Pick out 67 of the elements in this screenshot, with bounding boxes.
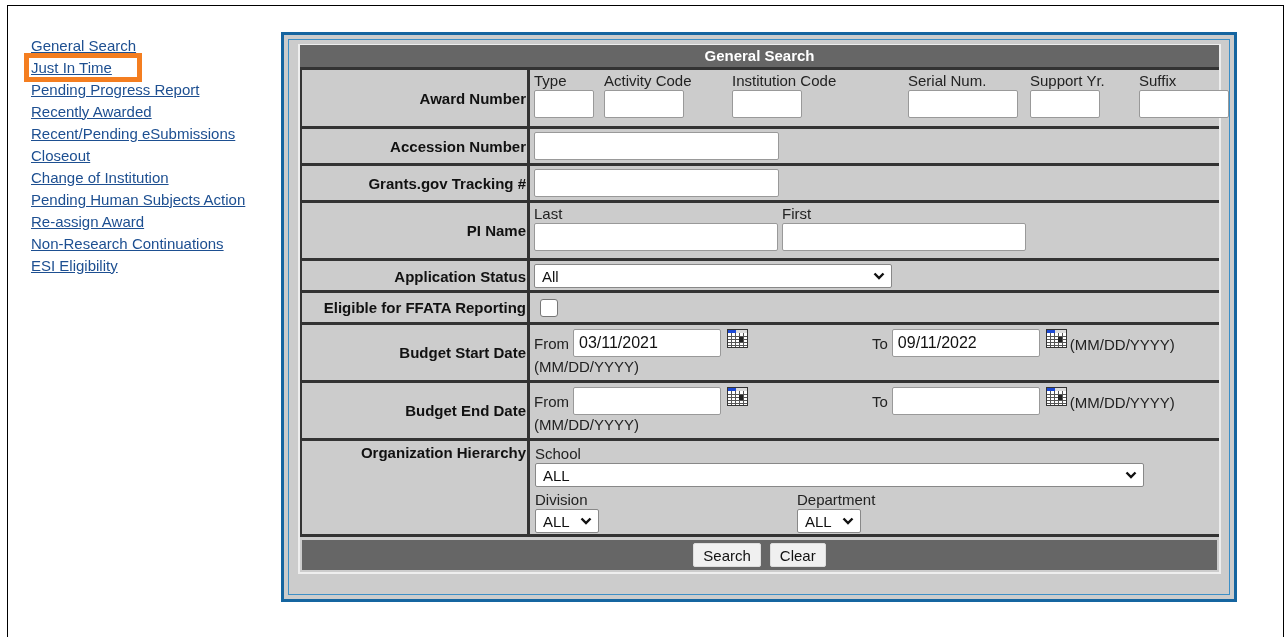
field-label: To [872,334,888,352]
format-hint: (MM/DD/YYYY) [1069,393,1175,411]
dropdown[interactable]: ALL [797,509,861,533]
input-field[interactable] [908,90,1018,118]
calendar-icon[interactable] [727,329,748,348]
input-field[interactable] [534,132,779,160]
dropdown[interactable]: ALL [535,463,1144,487]
field-label: From [534,334,569,352]
sidebar-link[interactable]: Pending Human Subjects Action [26,190,246,208]
field-label: First [782,205,813,222]
field-label: Last [534,205,564,222]
input-field[interactable] [534,223,778,251]
field-label: From [534,392,569,410]
format-hint: (MM/DD/YYYY) [1069,335,1175,353]
sidebar-link[interactable]: Re-assign Award [26,212,145,230]
field-label: Department [797,491,876,508]
calendar-icon[interactable] [1045,329,1067,348]
input-field[interactable]: 09/11/2022 [891,329,1040,357]
field-label: Type [534,72,568,89]
input-field[interactable]: 03/11/2021 [573,329,721,357]
dropdown[interactable]: All [534,264,892,288]
field-label: Budget End Date [300,383,530,438]
sidebar-link[interactable]: ESI Eligibility [26,256,118,274]
field-label: Grants.gov Tracking # [300,166,530,200]
format-hint: (MM/DD/YYYY) [534,416,640,433]
field-label: Application Status [300,261,530,291]
input-field[interactable] [891,387,1040,415]
input-field[interactable] [1139,90,1229,118]
input-field[interactable] [573,387,721,415]
field-label: Institution Code [732,72,838,89]
field-label: Serial Num. [908,72,988,89]
input-field[interactable] [534,169,779,197]
sidebar-link[interactable]: Change of Institution [26,168,169,186]
field-label: Budget Start Date [300,325,530,380]
format-hint: (MM/DD/YYYY) [534,358,640,375]
sidebar-link[interactable]: Recent/Pending eSubmissions [26,124,236,142]
field-label: To [872,392,888,410]
field-label: Support Yr. [1030,72,1106,89]
field-label: Accession Number [300,129,530,163]
sidebar-link[interactable]: Closeout [26,146,91,164]
form-button[interactable]: Clear [769,543,826,567]
field-label: Activity Code [604,72,693,89]
calendar-icon[interactable] [1045,387,1067,406]
dropdown[interactable]: ALL [535,509,599,533]
input-field[interactable] [782,223,1026,251]
sidebar-link[interactable]: Non-Research Continuations [26,234,224,252]
chevron-icon [580,517,592,525]
sidebar-link[interactable]: Recently Awarded [26,102,152,120]
input-field[interactable] [1030,90,1100,118]
input-field[interactable] [732,90,802,118]
form-button[interactable]: Search [693,543,761,567]
chevron-icon [1125,471,1137,479]
sidebar-link[interactable]: Pending Progress Report [26,80,200,98]
field-label: Eligible for FFATA Reporting [300,293,530,322]
field-label: Award Number [300,70,530,126]
sidebar-link[interactable]: General Search [26,36,137,54]
form-title: General Search [300,45,1219,70]
chevron-icon [842,517,854,525]
input-field[interactable] [534,90,594,118]
field-label: School [535,445,582,462]
calendar-icon[interactable] [727,387,748,406]
input-field[interactable] [604,90,684,118]
field-label: Suffix [1139,72,1178,89]
field-label: Division [535,491,589,508]
chevron-icon [873,272,885,280]
checkbox[interactable] [540,298,558,317]
field-label: PI Name [300,203,530,258]
